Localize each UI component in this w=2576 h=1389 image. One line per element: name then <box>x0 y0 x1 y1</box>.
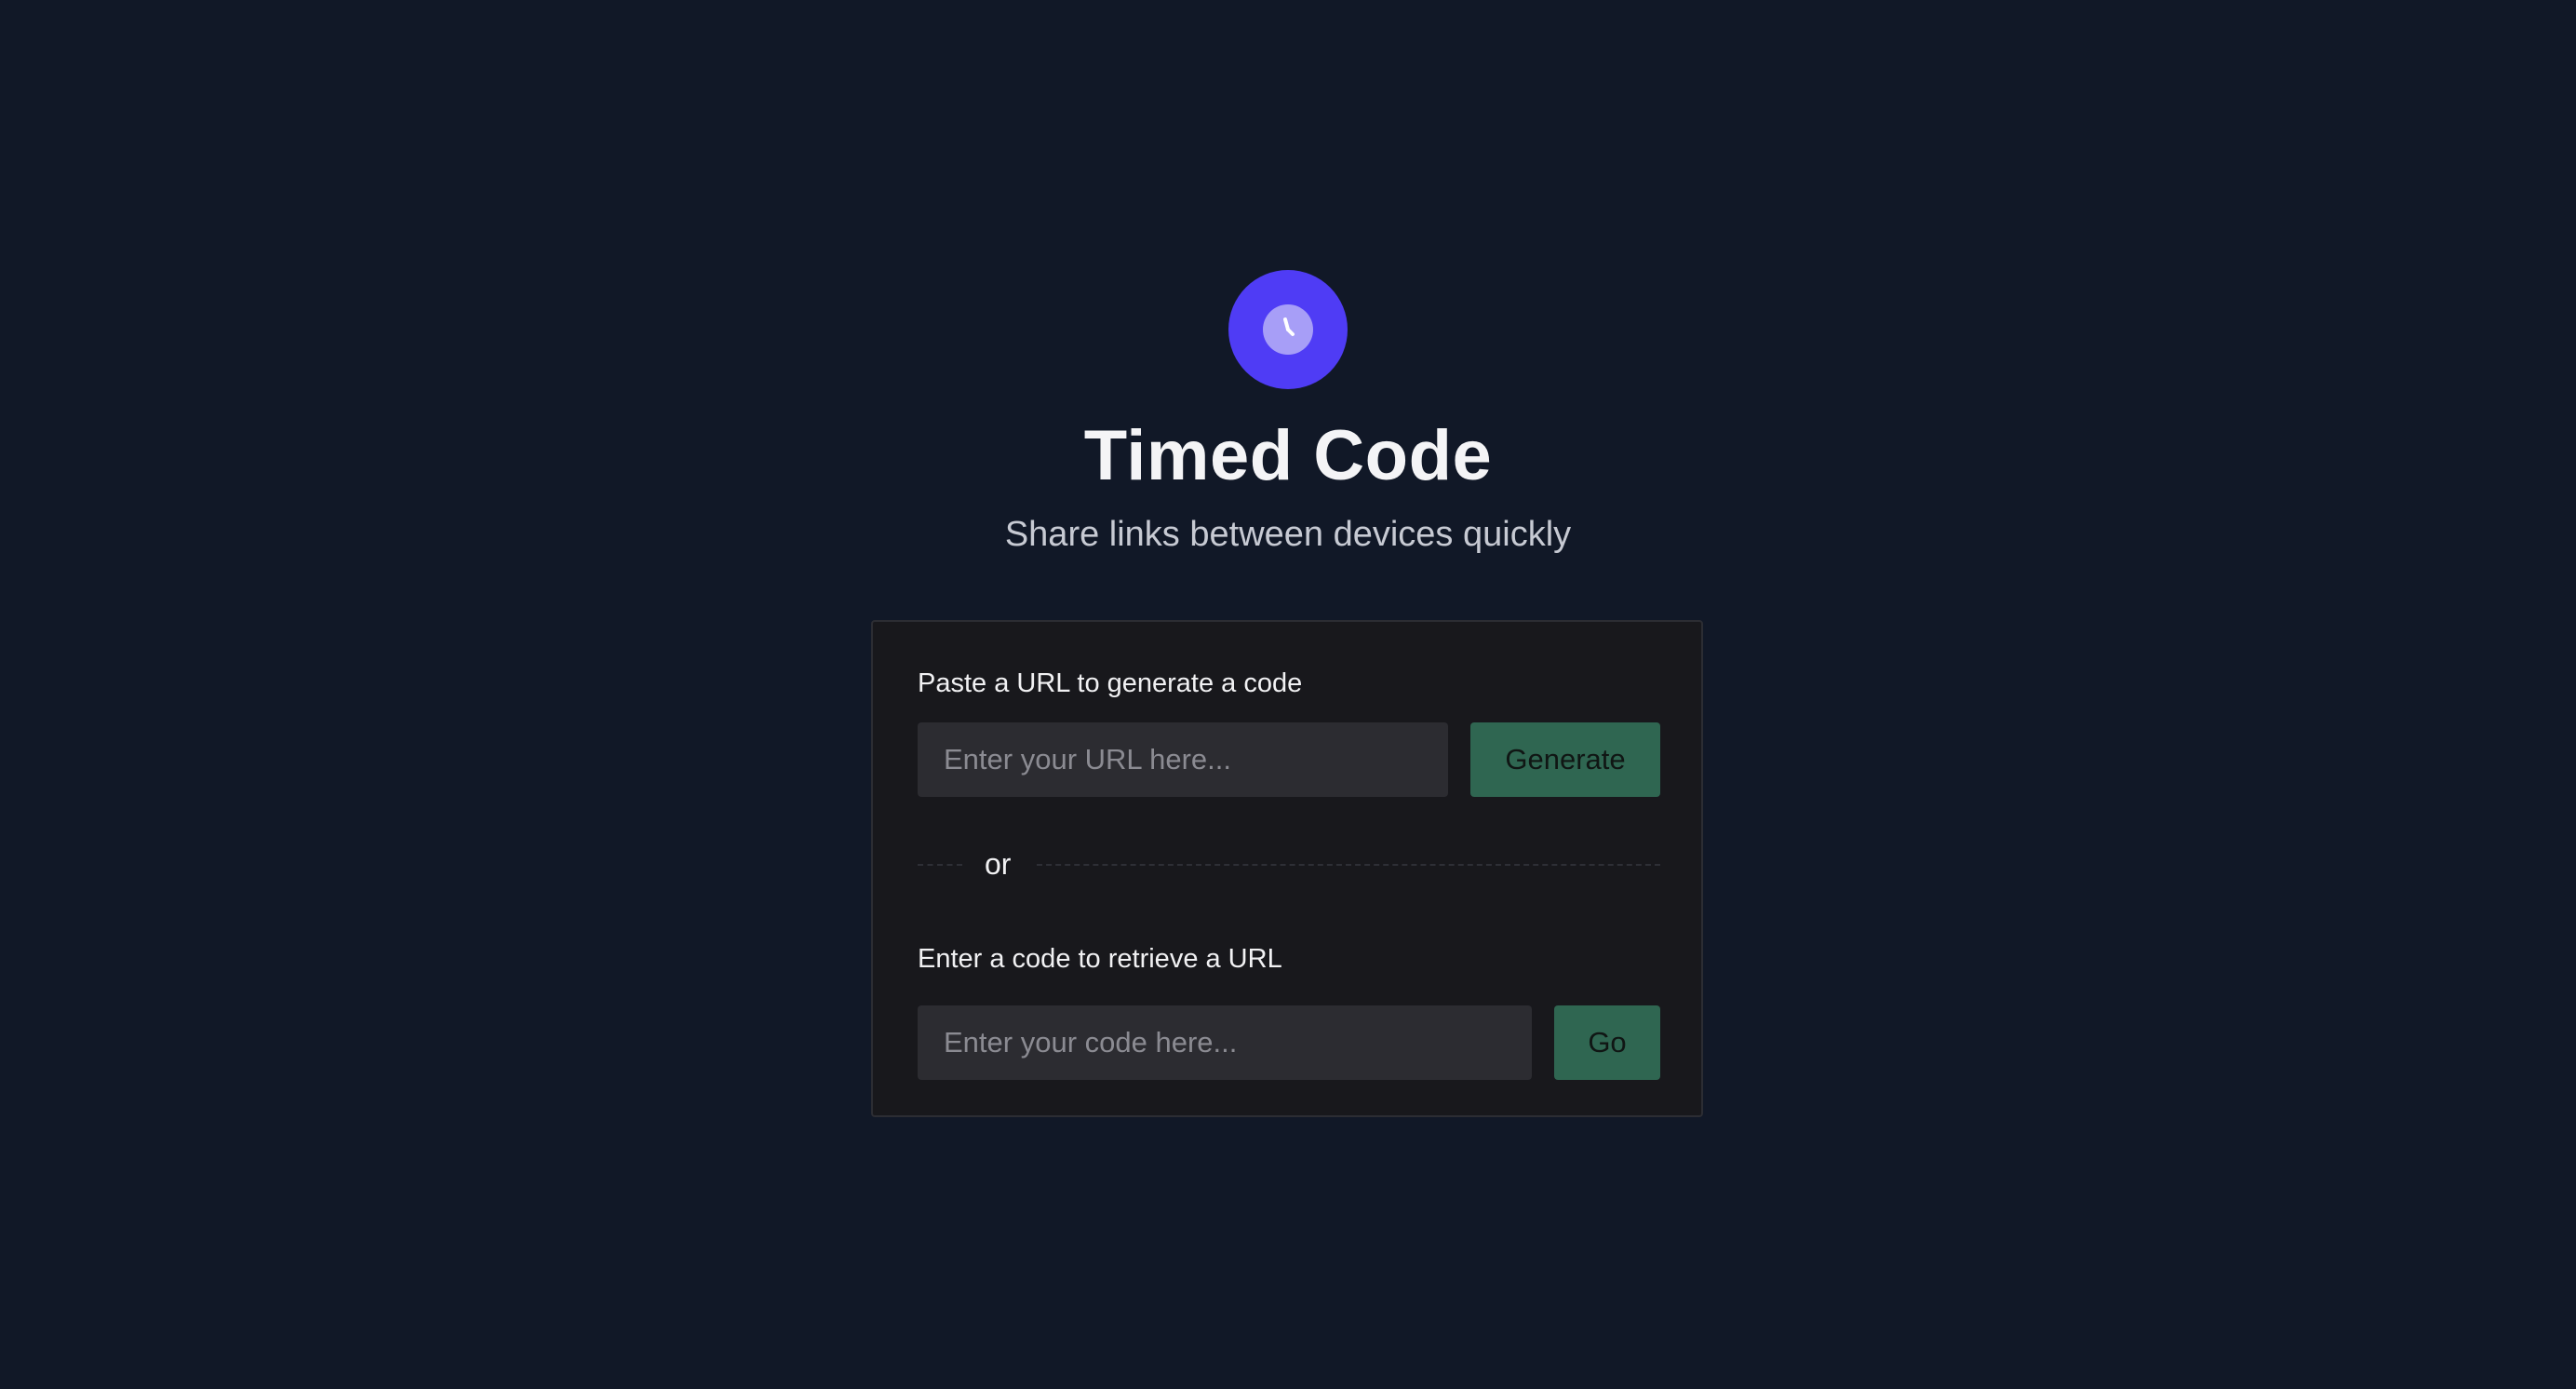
generate-button[interactable]: Generate <box>1470 722 1660 797</box>
divider-or-text: or <box>985 847 1012 881</box>
go-button[interactable]: Go <box>1554 1005 1660 1080</box>
divider-line-right <box>1037 864 1660 866</box>
page: Timed Code Share links between devices q… <box>0 0 2576 1389</box>
code-input[interactable] <box>918 1005 1532 1080</box>
retrieve-label: Enter a code to retrieve a URL <box>918 944 1282 974</box>
page-subtitle: Share links between devices quickly <box>1004 515 1572 554</box>
app-logo <box>1228 270 1348 389</box>
divider-line-left <box>918 864 962 866</box>
clock-icon <box>1262 303 1314 356</box>
page-title: Timed Code <box>1083 416 1493 495</box>
generate-label: Paste a URL to generate a code <box>918 668 1303 698</box>
main-card: Paste a URL to generate a code Generate … <box>871 620 1703 1117</box>
url-input[interactable] <box>918 722 1448 797</box>
